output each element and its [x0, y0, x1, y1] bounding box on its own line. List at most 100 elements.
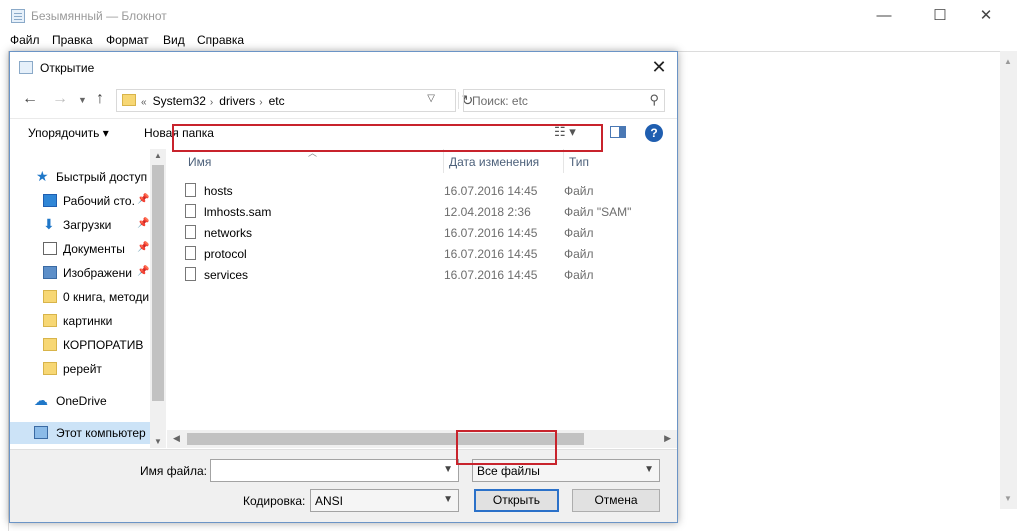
desktop-icon — [43, 194, 57, 207]
file-row[interactable]: hosts 16.07.2016 14:45 Файл — [181, 180, 667, 201]
file-type: Файл — [564, 226, 594, 240]
navigation-scrollbar[interactable]: ▲ ▼ — [150, 149, 166, 448]
file-name: services — [204, 268, 249, 282]
column-name[interactable]: Имя — [188, 155, 211, 169]
pin-icon: 📌 — [137, 266, 150, 277]
preview-pane-icon[interactable] — [610, 126, 626, 138]
address-dropdown-icon[interactable]: ▽ — [427, 93, 435, 104]
scroll-right-icon[interactable]: ▶ — [664, 433, 671, 444]
nav-label: Загрузки — [63, 218, 112, 232]
search-icon: ⚲ — [649, 92, 659, 107]
file-name: protocol — [204, 247, 247, 261]
file-list-horizontal-scrollbar[interactable]: ◀ ▶ — [167, 430, 677, 448]
recent-chevron-icon[interactable]: ▼ — [78, 95, 87, 105]
file-row[interactable]: services 16.07.2016 14:45 Файл — [181, 264, 667, 285]
folder-icon — [43, 338, 57, 351]
menu-format[interactable]: Формат — [106, 33, 149, 47]
dialog-icon — [19, 61, 33, 74]
chevron-right-icon[interactable]: › — [259, 97, 262, 108]
folder-icon — [43, 314, 57, 327]
nav-label: Этот компьютер — [56, 426, 146, 440]
nav-documents[interactable]: Документы 📌 — [10, 238, 150, 260]
scroll-down-icon[interactable]: ▼ — [1004, 494, 1012, 503]
address-bar[interactable]: «System32 › drivers › etc ▽ ↻ — [116, 89, 473, 112]
menu-file[interactable]: Файл — [10, 33, 40, 47]
dialog-close-button[interactable]: ✕ — [649, 57, 669, 78]
encoding-value: ANSI — [315, 494, 344, 508]
search-input[interactable]: Поиск: etc ⚲ — [463, 89, 665, 112]
nav-folder-book[interactable]: 0 книга, методи — [10, 286, 150, 308]
computer-icon — [34, 426, 48, 439]
file-icon — [185, 267, 196, 281]
column-divider[interactable] — [563, 149, 564, 173]
menu-view[interactable]: Вид — [163, 33, 185, 47]
file-list: ︿ Имя Дата изменения Тип hosts 16.07.201… — [167, 148, 677, 448]
scroll-thumb[interactable] — [152, 165, 164, 401]
folder-icon — [43, 362, 57, 375]
minimize-button[interactable]: — — [861, 0, 907, 31]
open-button[interactable]: Открыть — [474, 489, 559, 512]
scroll-up-icon[interactable]: ▲ — [154, 151, 162, 160]
filename-input[interactable]: ▼ — [210, 459, 459, 482]
nav-folder-rerate[interactable]: ререйт — [10, 358, 150, 380]
notepad-close-button[interactable]: ✕ — [963, 0, 1009, 31]
file-name: hosts — [204, 184, 233, 198]
nav-label: КОРПОРАТИВ — [63, 338, 144, 352]
nav-downloads[interactable]: ⬇ Загрузки 📌 — [10, 214, 150, 236]
file-date: 16.07.2016 14:45 — [444, 226, 538, 240]
open-button-highlight-frame — [456, 430, 557, 465]
navigation-pane: ★ Быстрый доступ Рабочий сто. 📌 ⬇ Загруз… — [10, 149, 166, 448]
dialog-titlebar: Открытие ✕ — [10, 52, 677, 82]
file-icon — [185, 225, 196, 239]
hosts-highlight-frame — [172, 124, 603, 152]
scroll-left-icon[interactable]: ◀ — [173, 433, 180, 444]
nav-label: Изображени — [63, 266, 132, 280]
chevron-down-icon[interactable]: ▼ — [443, 464, 453, 475]
maximize-button[interactable]: ☐ — [917, 0, 963, 31]
organize-button[interactable]: Упорядочить ▾ — [28, 126, 109, 140]
up-arrow-icon[interactable]: ↑ — [96, 90, 104, 108]
nav-label: OneDrive — [56, 394, 107, 408]
nav-pictures[interactable]: Изображени 📌 — [10, 262, 150, 284]
menu-help[interactable]: Справка — [197, 33, 244, 47]
scroll-down-icon[interactable]: ▼ — [154, 437, 162, 446]
nav-desktop[interactable]: Рабочий сто. 📌 — [10, 190, 150, 212]
column-type[interactable]: Тип — [569, 155, 589, 169]
nav-folder-corporate[interactable]: КОРПОРАТИВ — [10, 334, 150, 356]
file-row[interactable]: networks 16.07.2016 14:45 Файл — [181, 222, 667, 243]
back-arrow-icon[interactable]: ← — [22, 90, 38, 108]
encoding-select[interactable]: ANSI ▼ — [310, 489, 459, 512]
scroll-up-icon[interactable]: ▲ — [1004, 57, 1012, 66]
forward-arrow-icon[interactable]: → — [52, 90, 68, 108]
chevron-down-icon: ▼ — [644, 464, 654, 475]
nav-label: Рабочий сто. — [63, 194, 135, 208]
star-icon: ★ — [36, 168, 49, 184]
notepad-icon — [11, 9, 25, 23]
pin-icon: 📌 — [137, 194, 150, 205]
nav-this-pc[interactable]: Этот компьютер — [10, 422, 150, 444]
column-date[interactable]: Дата изменения — [449, 155, 539, 169]
file-icon — [185, 246, 196, 260]
file-type: Файл — [564, 268, 594, 282]
cancel-button[interactable]: Отмена — [572, 489, 660, 512]
file-row[interactable]: protocol 16.07.2016 14:45 Файл — [181, 243, 667, 264]
notepad-scrollbar[interactable]: ▲ ▼ — [1000, 51, 1017, 509]
navigation-bar: ← → ▼ ↑ «System32 › drivers › etc ▽ ↻ Поиск:… — [10, 85, 677, 115]
chevron-right-icon[interactable]: › — [210, 97, 213, 108]
file-row[interactable]: lmhosts.sam 12.04.2018 2:36 Файл "SAM" — [181, 201, 667, 222]
breadcrumb-etc[interactable]: etc — [269, 94, 285, 108]
breadcrumb-drivers[interactable]: drivers — [219, 94, 255, 108]
menu-edit[interactable]: Правка — [52, 33, 93, 47]
dialog-title: Открытие — [40, 61, 95, 75]
nav-quick-access[interactable]: ★ Быстрый доступ — [10, 166, 150, 188]
breadcrumb-system32[interactable]: System32 — [153, 94, 206, 108]
file-list-header: ︿ Имя Дата изменения Тип — [167, 148, 677, 173]
nav-label: 0 книга, методи — [63, 290, 150, 304]
help-icon[interactable]: ? — [645, 124, 663, 142]
chevron-down-icon: ▼ — [443, 494, 453, 505]
nav-onedrive[interactable]: ☁ OneDrive — [10, 390, 150, 412]
column-divider[interactable] — [443, 149, 444, 173]
file-type: Файл — [564, 184, 594, 198]
nav-folder-pictures[interactable]: картинки — [10, 310, 150, 332]
breadcrumb-overflow[interactable]: « — [141, 97, 147, 108]
